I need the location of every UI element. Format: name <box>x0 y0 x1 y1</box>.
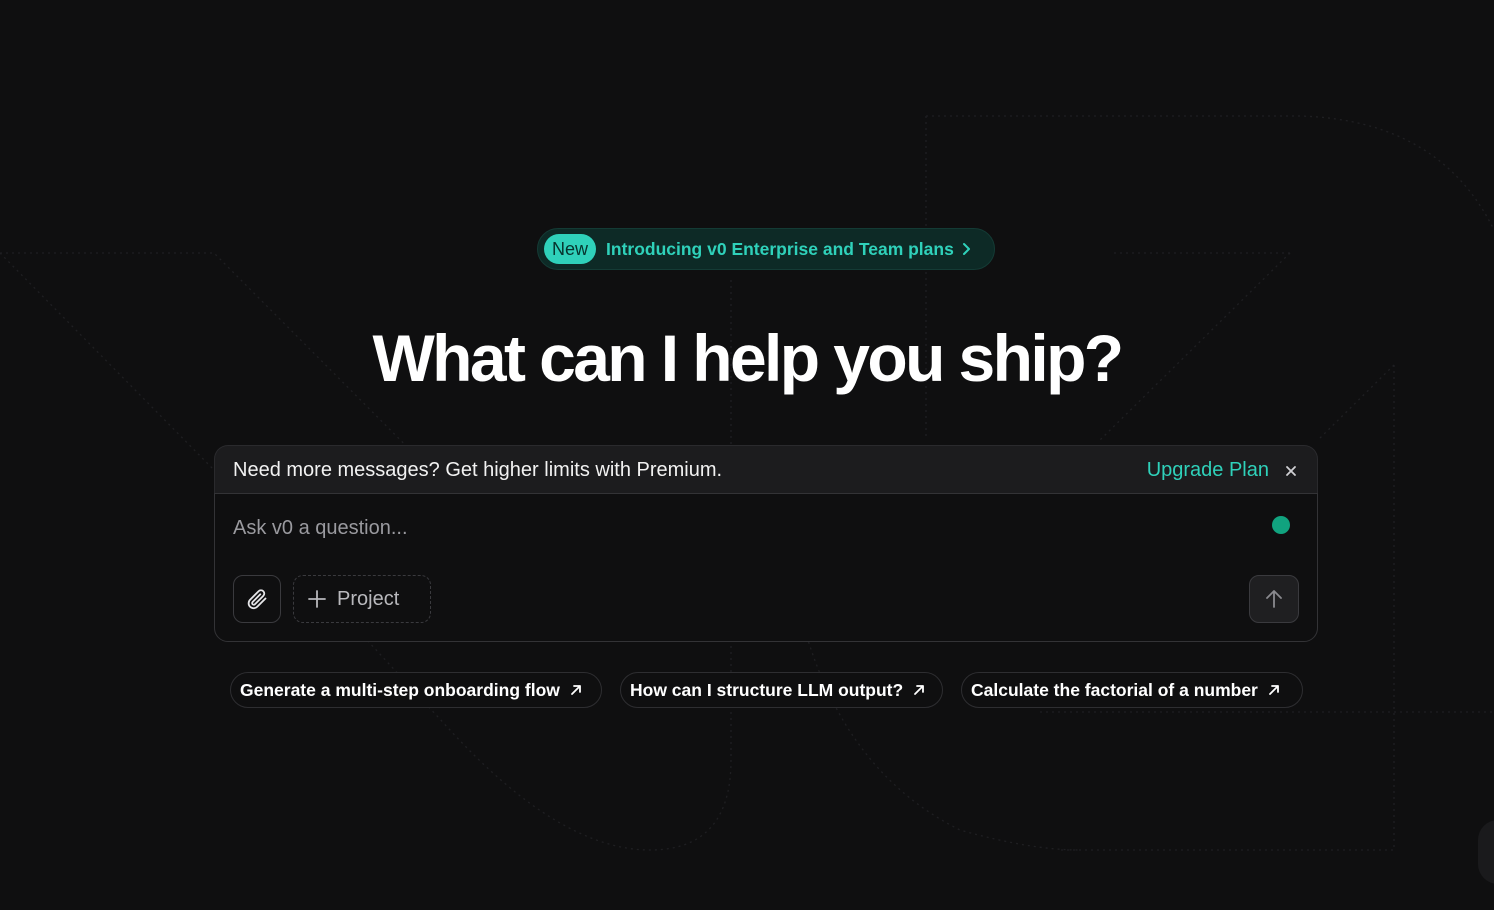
suggestion-chip[interactable]: Generate a multi-step onboarding flow <box>230 672 602 708</box>
suggestion-label: Calculate the factorial of a number <box>971 679 1258 700</box>
arrow-up-right-icon <box>1268 684 1280 696</box>
attach-button[interactable] <box>233 575 281 623</box>
plus-icon <box>307 589 327 609</box>
chevron-right-icon <box>962 242 972 256</box>
page-title: What can I help you ship? <box>372 321 1124 395</box>
new-badge: New <box>544 234 597 264</box>
prompt-composer: Project <box>214 493 1318 642</box>
close-icon[interactable] <box>1283 463 1299 479</box>
arrow-up-icon <box>1263 588 1285 610</box>
project-label: Project <box>337 587 400 610</box>
suggestion-label: Generate a multi-step onboarding flow <box>240 679 560 700</box>
arrow-up-right-icon <box>570 684 582 696</box>
announcement-text: Introducing v0 Enterprise and Team plans <box>606 238 954 259</box>
arrow-up-right-icon <box>913 684 925 696</box>
suggestion-label: How can I structure LLM output? <box>630 679 904 700</box>
status-indicator <box>1272 516 1290 534</box>
paperclip-icon <box>245 587 269 611</box>
announcement-banner[interactable]: New Introducing v0 Enterprise and Team p… <box>537 228 995 270</box>
send-button[interactable] <box>1249 575 1299 623</box>
add-project-button[interactable]: Project <box>293 575 431 623</box>
floating-widget[interactable] <box>1478 820 1494 884</box>
suggestion-chip[interactable]: How can I structure LLM output? <box>620 672 943 708</box>
upgrade-plan-link[interactable]: Upgrade Plan <box>1147 459 1269 482</box>
upsell-bar: Need more messages? Get higher limits wi… <box>214 445 1318 495</box>
suggestion-chip[interactable]: Calculate the factorial of a number <box>961 672 1303 708</box>
upsell-message: Need more messages? Get higher limits wi… <box>233 459 723 481</box>
prompt-input[interactable] <box>233 512 1233 544</box>
